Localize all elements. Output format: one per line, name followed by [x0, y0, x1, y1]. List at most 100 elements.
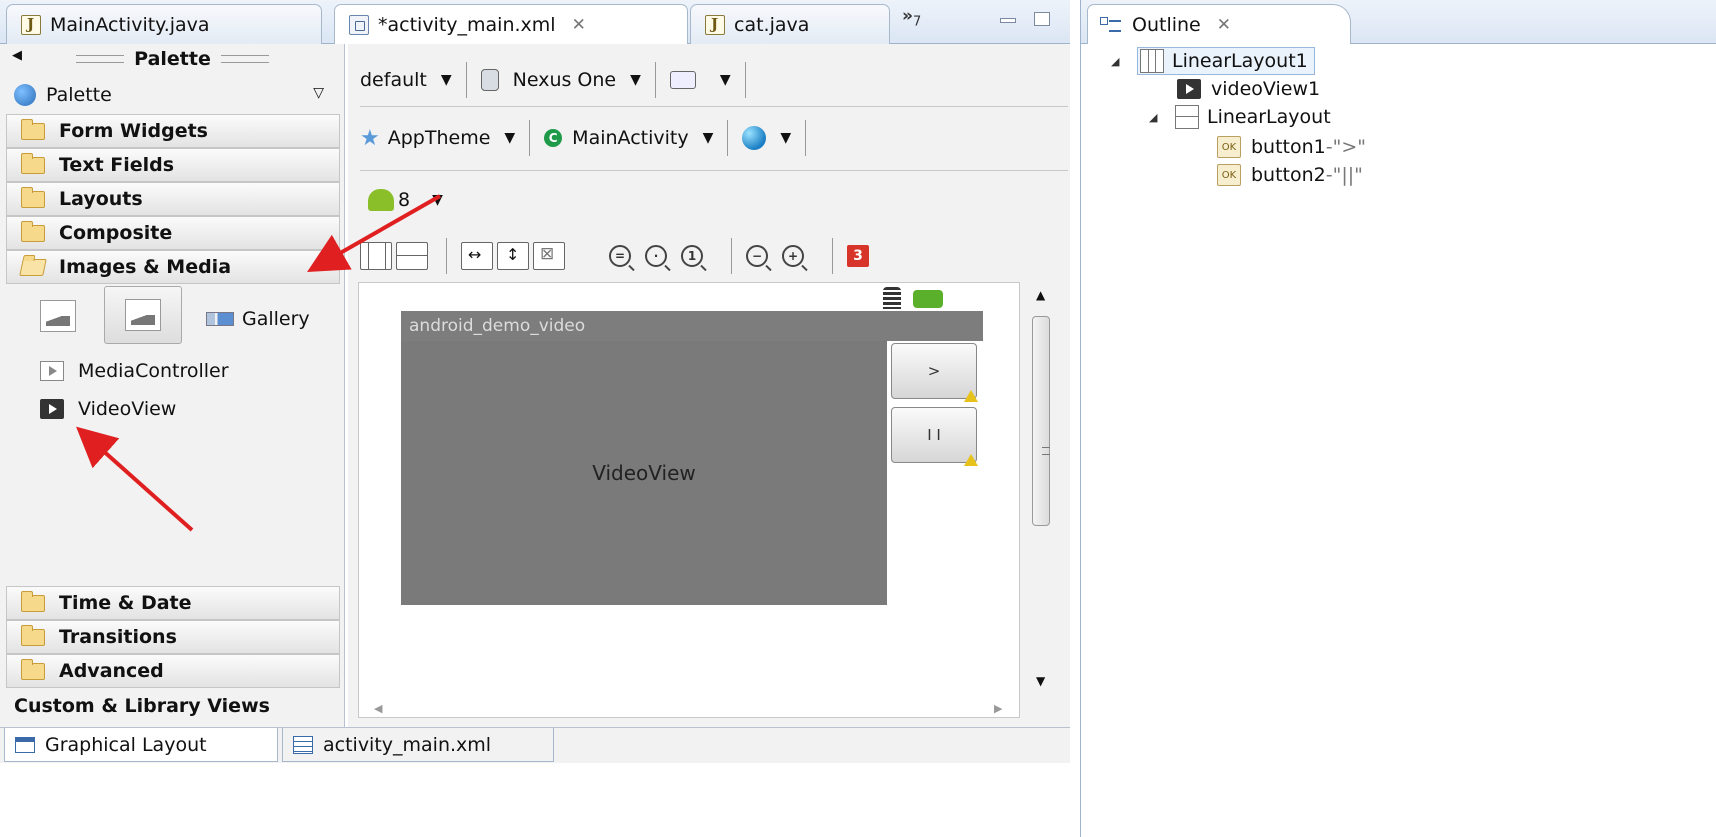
device-dropdown[interactable]: Nexus One ▼	[480, 69, 641, 91]
gallery-icon	[206, 312, 234, 326]
overflow-count: 7	[912, 14, 922, 30]
imagebutton-item[interactable]	[104, 286, 182, 344]
config-dropdown[interactable]: default ▼	[360, 69, 452, 91]
imageview-item-icon[interactable]	[40, 300, 76, 332]
category-custom-library-views[interactable]: Custom & Library Views	[6, 688, 340, 724]
layout-horizontal-icon[interactable]	[396, 242, 428, 270]
zoom-to-fit-icon[interactable]: =	[609, 245, 631, 267]
layout-actions-toolbar: = · 1 − + 3	[360, 234, 869, 278]
tree-item-videoview1[interactable]: videoView1	[1177, 74, 1320, 104]
mediacontroller-item[interactable]: MediaController	[40, 360, 229, 382]
toggle-fill-width-icon[interactable]	[461, 242, 493, 270]
java-file-icon	[21, 14, 41, 35]
dropdown-arrow-icon: ▼	[440, 72, 452, 88]
category-composite[interactable]: Composite	[6, 216, 340, 250]
button2-widget[interactable]: I I	[891, 407, 978, 466]
tree-item-label: LinearLayout1	[1172, 50, 1308, 72]
folder-icon	[21, 118, 45, 140]
category-transitions[interactable]: Transitions	[6, 620, 340, 654]
clear-layout-icon[interactable]	[533, 242, 565, 270]
videoview-icon	[1177, 79, 1201, 99]
phone-icon	[480, 69, 499, 91]
vertical-scrollbar[interactable]: ▲ ▼	[1028, 286, 1054, 714]
item-label: Gallery	[242, 308, 310, 330]
theme-dropdown[interactable]: ★ AppTheme ▼	[360, 126, 515, 151]
zoom-in-icon[interactable]: +	[782, 245, 804, 267]
tree-item-linearlayout1[interactable]: LinearLayout1	[1137, 47, 1315, 75]
tree-item-separator: -	[1325, 164, 1333, 186]
config-toolbar-row: default ▼ Nexus One ▼ ▼	[360, 58, 760, 102]
toggle-fill-height-icon[interactable]	[497, 242, 529, 270]
imagebutton-icon	[125, 299, 161, 331]
minimize-icon[interactable]	[1000, 18, 1016, 23]
maximize-icon[interactable]	[1034, 12, 1050, 26]
button1-widget[interactable]: >	[891, 343, 978, 402]
locale-dropdown[interactable]: ▼	[742, 126, 791, 150]
scroll-left-icon[interactable]: ◀	[374, 702, 382, 715]
toolbar-separator	[832, 238, 833, 274]
category-label: Advanced	[59, 660, 164, 682]
api-level-dropdown[interactable]: 8 ▼	[360, 189, 443, 211]
category-label: Images & Media	[59, 256, 232, 278]
editor-mode-tabs: Graphical Layout activity_main.xml	[0, 727, 1070, 763]
layout-vertical-icon[interactable]	[360, 242, 392, 270]
category-label: Time & Date	[59, 592, 192, 614]
horizontal-scrollbar[interactable]: ◀ ▶	[358, 698, 1020, 718]
scrollbar-grip	[1042, 447, 1050, 455]
gallery-item[interactable]: Gallery	[206, 308, 310, 330]
xml-source-icon	[293, 735, 313, 754]
button-icon: OK	[1217, 136, 1241, 158]
scrollbar-thumb[interactable]	[1032, 316, 1050, 526]
dropdown-arrow-icon[interactable]: ▽	[313, 85, 324, 101]
scroll-down-icon[interactable]: ▼	[1036, 674, 1045, 688]
folder-icon	[21, 590, 45, 612]
category-images-media[interactable]: Images & Media	[6, 250, 340, 284]
activity-icon: C	[544, 129, 563, 147]
palette-mode-dropdown[interactable]: Palette ▽	[6, 74, 338, 116]
device-label: Nexus One	[512, 69, 617, 91]
expanded-triangle-icon[interactable]: ◢	[1149, 111, 1163, 124]
device-canvas[interactable]: android_demo_video VideoView > I I	[358, 282, 1020, 718]
category-layouts[interactable]: Layouts	[6, 182, 340, 216]
tab-overflow-button[interactable]: »7	[902, 6, 921, 29]
scroll-right-icon[interactable]: ▶	[994, 702, 1002, 715]
tree-item-button2[interactable]: OK button2 - "||"	[1217, 160, 1363, 190]
tree-item-linearlayout1-row[interactable]: ◢ LinearLayout1	[1111, 46, 1315, 76]
outline-view: Outline ✕ ◢ LinearLayout1 videoView1 ◢ L…	[1080, 0, 1716, 837]
zoom-out-icon[interactable]: −	[746, 245, 768, 267]
category-text-fields[interactable]: Text Fields	[6, 148, 340, 182]
toolbar-divider	[360, 170, 1068, 171]
vertical-linearlayout-icon	[1140, 49, 1164, 73]
category-form-widgets[interactable]: Form Widgets	[6, 114, 340, 148]
scroll-up-icon[interactable]: ▲	[1036, 288, 1045, 302]
open-folder-icon	[19, 258, 47, 276]
toolbar-separator	[529, 120, 531, 156]
videoview-palette-item[interactable]: VideoView	[40, 398, 176, 420]
java-file-icon	[705, 14, 725, 35]
activity-dropdown[interactable]: C MainActivity ▼	[544, 127, 713, 149]
button2-label: I I	[927, 426, 941, 444]
category-time-date[interactable]: Time & Date	[6, 586, 340, 620]
category-advanced[interactable]: Advanced	[6, 654, 340, 688]
videoview-widget[interactable]: VideoView	[401, 341, 887, 605]
tab-activity-main-xml[interactable]: *activity_main.xml ✕	[334, 4, 688, 45]
tree-item-button1[interactable]: OK button1 - ">"	[1217, 132, 1366, 162]
tab-mainactivity-java[interactable]: MainActivity.java	[6, 4, 322, 44]
tree-item-label: videoView1	[1211, 78, 1321, 100]
zoom-real-size-icon[interactable]: ·	[645, 245, 667, 267]
device-status-bar	[883, 287, 943, 309]
tree-item-linearlayout[interactable]: ◢ LinearLayout	[1149, 102, 1331, 132]
tab-cat-java[interactable]: cat.java	[690, 4, 890, 44]
error-count-badge[interactable]: 3	[847, 245, 869, 267]
orientation-dropdown[interactable]: ▼	[669, 71, 731, 89]
toolbar-separator	[446, 238, 447, 274]
close-icon[interactable]: ✕	[572, 15, 586, 35]
tab-outline[interactable]: Outline ✕	[1087, 4, 1351, 44]
category-label: Transitions	[59, 626, 177, 648]
tab-label: cat.java	[734, 13, 810, 36]
close-icon[interactable]: ✕	[1217, 15, 1231, 35]
expanded-triangle-icon[interactable]: ◢	[1111, 55, 1125, 68]
tab-graphical-layout[interactable]: Graphical Layout	[4, 728, 278, 762]
zoom-100-icon[interactable]: 1	[681, 245, 703, 267]
tab-xml-source[interactable]: activity_main.xml	[282, 728, 554, 762]
